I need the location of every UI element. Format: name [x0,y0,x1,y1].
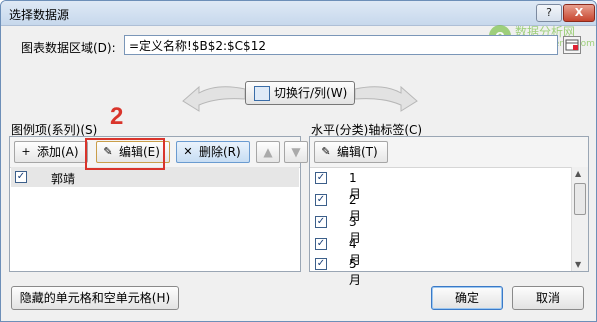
series-name: 郭靖 [51,172,76,186]
switch-icon [254,86,270,101]
ok-button[interactable]: 确定 [431,286,503,310]
axis-checkbox[interactable]: ✓ [315,172,327,184]
axis-scrollbar[interactable]: ▲ ▼ [571,167,588,271]
delete-icon: ✕ [183,145,193,158]
switch-button-label: 切换行/列(W) [274,86,348,100]
move-down-button[interactable]: ▼ [284,141,308,163]
edit-highlight-box [85,138,165,170]
series-checkbox[interactable]: ✓ [15,171,27,183]
add-series-button[interactable]: + 添加(A) [14,141,88,163]
cancel-button[interactable]: 取消 [512,286,584,310]
close-button[interactable]: X [563,4,595,22]
arrow-left-icon [182,85,246,112]
range-collapse-icon[interactable] [563,36,581,54]
axis-checkbox[interactable]: ✓ [315,216,327,228]
edit-axis-label: 编辑(T) [337,145,378,159]
add-label: 添加(A) [37,145,79,159]
hidden-empty-cells-button[interactable]: 隐藏的单元格和空单元格(H) [11,286,179,310]
range-input[interactable]: =定义名称!$B$2:$C$12 [124,35,558,55]
switch-row-column-button[interactable]: 切换行/列(W) [245,81,355,105]
add-icon: + [21,145,31,158]
range-label: 图表数据区域(D): [21,41,116,55]
annotation-number: 2 [110,103,124,130]
scroll-down-icon[interactable]: ▼ [575,260,581,269]
axis-toolbar: ✎ 编辑(T) [310,137,588,168]
delete-series-button[interactable]: ✕ 删除(R) [176,141,250,163]
delete-label: 删除(R) [199,145,241,159]
select-data-source-dialog: 选择数据源 ? X e 数据分析网 www.afenxi.com 图表数据区域(… [0,0,597,322]
help-button[interactable]: ? [536,4,562,22]
axis-panel: ✎ 编辑(T) ✓ 1月 ✓ 2月 ✓ 3月 ✓ 4月 ✓ 5月 ▲ ▼ [309,136,589,287]
scroll-thumb[interactable] [574,183,586,215]
move-up-button[interactable]: ▲ [256,141,280,163]
edit-icon: ✎ [321,145,331,158]
axis-checkbox[interactable]: ✓ [315,258,327,270]
dialog-title: 选择数据源 [9,8,70,22]
axis-label-text: 5月 [349,257,362,287]
series-row[interactable]: ✓ 郭靖 [11,167,299,187]
axis-checkbox[interactable]: ✓ [315,194,327,206]
arrow-right-icon [354,85,418,112]
scroll-up-icon[interactable]: ▲ [575,169,581,178]
edit-axis-button[interactable]: ✎ 编辑(T) [314,141,388,163]
axis-checkbox[interactable]: ✓ [315,238,327,250]
